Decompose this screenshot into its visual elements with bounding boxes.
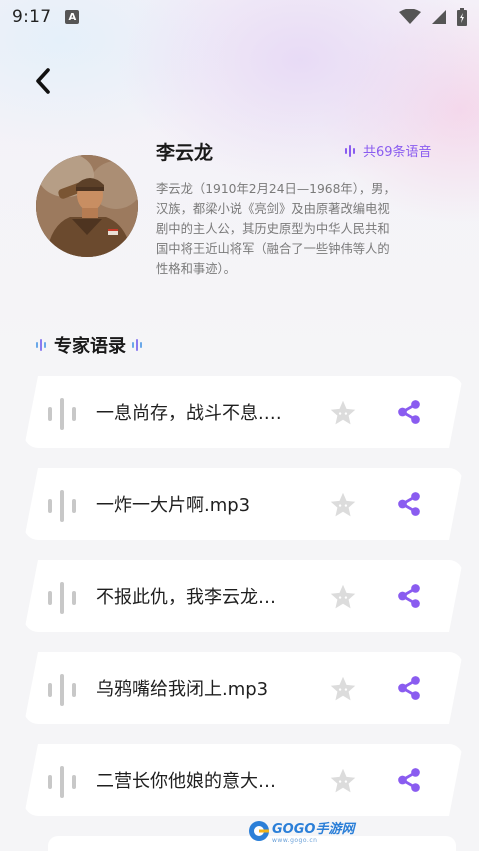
voice-count-label: 共69条语音 — [363, 145, 432, 160]
wifi-icon — [399, 9, 421, 24]
share-icon[interactable] — [396, 491, 422, 517]
soundwave-icon — [48, 766, 76, 798]
favorite-star-icon[interactable] — [329, 399, 357, 427]
avatar — [36, 155, 138, 257]
audio-list-item[interactable]: 一炸一大片啊.mp3 — [24, 468, 463, 540]
favorite-star-icon[interactable] — [329, 767, 357, 795]
audio-title: 不报此仇，我李云龙… — [96, 587, 276, 608]
notification-icon: A — [65, 10, 80, 24]
share-icon[interactable] — [396, 583, 422, 609]
soundwave-icon — [345, 144, 355, 157]
share-icon[interactable] — [396, 399, 422, 425]
status-bar: 9:17 A — [0, 0, 479, 34]
soundwave-icon — [36, 339, 46, 351]
watermark-sub: www.gogo.cn — [272, 837, 318, 844]
section-title-label: 专家语录 — [54, 336, 126, 357]
status-icons — [399, 8, 467, 26]
watermark: GOGO手游网 www.gogo.cn — [248, 818, 354, 844]
back-button[interactable] — [26, 64, 60, 98]
share-icon[interactable] — [396, 767, 422, 793]
gogo-logo-icon — [249, 821, 269, 841]
voice-count-badge: 共69条语音 — [344, 141, 432, 160]
favorite-star-icon[interactable] — [329, 675, 357, 703]
audio-list-item[interactable]: 乌鸦嘴给我闭上.mp3 — [24, 652, 463, 724]
share-icon[interactable] — [396, 675, 422, 701]
soundwave-icon — [48, 398, 76, 430]
soundwave-icon — [48, 582, 76, 614]
favorite-star-icon[interactable] — [329, 583, 357, 611]
signal-icon — [432, 10, 446, 24]
profile-description: 李云龙（1910年2月24日—1968年），男，汉族，都梁小说《亮剑》及由原著改… — [156, 182, 396, 276]
profile-name: 李云龙 — [156, 142, 214, 164]
chevron-left-icon — [36, 68, 50, 94]
audio-list-item[interactable]: 二营长你他娘的意大… — [24, 744, 463, 816]
audio-title: 一息尚存，战斗不息.… — [96, 403, 282, 424]
soundwave-icon — [48, 490, 76, 522]
battery-icon — [457, 8, 467, 26]
soundwave-icon — [48, 674, 76, 706]
section-title: 专家语录 — [36, 332, 144, 358]
avatar-portrait — [36, 155, 138, 257]
audio-list-item[interactable]: 不报此仇，我李云龙… — [24, 560, 463, 632]
soundwave-icon — [132, 339, 142, 351]
audio-title: 乌鸦嘴给我闭上.mp3 — [96, 679, 269, 700]
audio-list-item[interactable]: 一息尚存，战斗不息.… — [24, 376, 463, 448]
watermark-text: GOGO手游网 — [272, 822, 355, 837]
favorite-star-icon[interactable] — [329, 491, 357, 519]
audio-title: 一炸一大片啊.mp3 — [96, 495, 251, 516]
status-time: 9:17 — [12, 7, 52, 27]
audio-title: 二营长你他娘的意大… — [96, 771, 276, 792]
